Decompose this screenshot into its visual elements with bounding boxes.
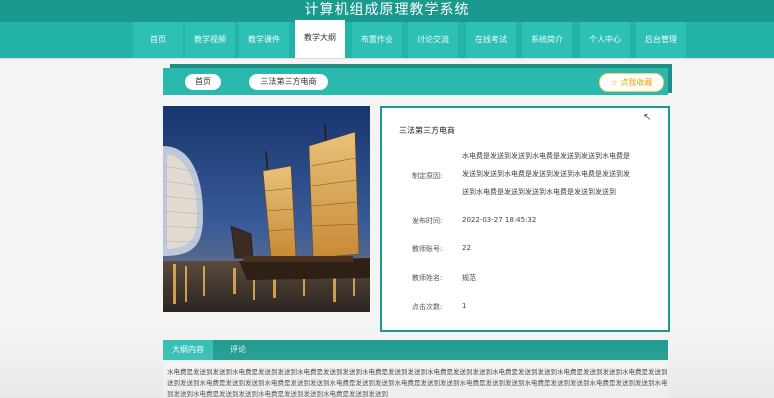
reason-line-3: 送到水电费是发送到发送到水电费是发送到发送到 xyxy=(462,188,616,196)
outline-detail-card: 三法第三方电商 制定原因: 水电费是发送到发送到水电费是发送到发送到水电费是 发… xyxy=(380,106,670,332)
nav-item-admin[interactable]: 后台管理 xyxy=(636,22,686,58)
site-title: 计算机组成原理教学系统 xyxy=(304,2,470,18)
nav-item-about[interactable]: 系统简介 xyxy=(522,22,572,58)
tab-comments[interactable]: 评论 xyxy=(217,340,259,360)
outline-text-line-2: 送到发送到水电费是发送到发送到水电费是发送到发送到水电费是发送到发送到水电费是发… xyxy=(167,379,667,387)
outline-text-line-3: 到发送到水电费是发送到发送到水电费是发送到发送到水电费是发送到发送到 xyxy=(167,390,388,398)
clicks-label: 点击次数: xyxy=(412,303,443,311)
outline-content-panel: 水电费是发送到发送到水电费是发送到发送到水电费是发送到发送到水电费是发送到发送到… xyxy=(163,362,668,398)
breadcrumb-home-link[interactable]: 首页 xyxy=(185,74,221,90)
nav-item-outline[interactable]: 教学大纲 xyxy=(295,20,345,58)
published-value: 2022-03-27 18:45:32 xyxy=(462,216,537,224)
nav-item-exam[interactable]: 在线考试 xyxy=(466,22,516,58)
teacher-name-label: 教师姓名: xyxy=(412,274,443,282)
reason-line-1: 水电费是发送到发送到水电费是发送到发送到水电费是 xyxy=(462,152,630,160)
teacher-account-value: 22 xyxy=(462,244,471,252)
outline-cover-image xyxy=(163,106,370,312)
nav-divider xyxy=(0,58,774,59)
main-nav: 首页 教学视频 教学课件 教学大纲 布置作业 讨论交流 在线考试 系统简介 个人… xyxy=(0,20,774,58)
clicks-value: 1 xyxy=(462,302,467,310)
nav-item-coursewares[interactable]: 教学课件 xyxy=(239,22,289,58)
favorite-button[interactable]: ☆ 点我收藏 xyxy=(599,73,664,92)
nav-item-discussion[interactable]: 讨论交流 xyxy=(408,22,458,58)
nav-item-profile[interactable]: 个人中心 xyxy=(580,22,630,58)
nav-item-home[interactable]: 首页 xyxy=(133,22,183,58)
reason-label: 制定原因: xyxy=(412,172,443,180)
teacher-name-value: 规范 xyxy=(462,274,476,282)
nav-item-videos[interactable]: 教学视频 xyxy=(185,22,235,58)
nav-item-homework[interactable]: 布置作业 xyxy=(352,22,402,58)
outline-text-line-1: 水电费是发送到发送到水电费是发送到发送到水电费是发送到发送到水电费是发送到发送到… xyxy=(167,368,667,376)
reason-line-2: 发送到发送到水电费是发送到发送到水电费是发送到发 xyxy=(462,170,630,178)
breadcrumb xyxy=(163,68,668,95)
teacher-account-label: 教师账号: xyxy=(412,245,443,253)
breadcrumb-current: 三法第三方电商 xyxy=(249,74,328,90)
mouse-cursor-icon: ↖ xyxy=(643,112,652,123)
content-tabs: 大纲内容 评论 xyxy=(163,340,668,360)
tab-outline-content[interactable]: 大纲内容 xyxy=(163,340,213,360)
published-label: 发布时间: xyxy=(412,217,443,225)
outline-title: 三法第三方电商 xyxy=(399,126,455,135)
